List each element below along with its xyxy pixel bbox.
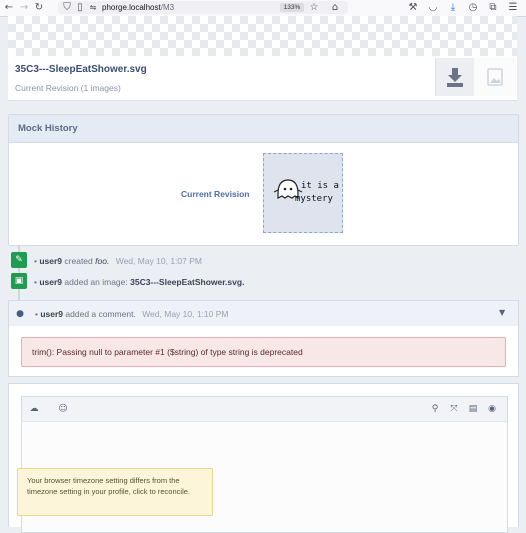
pencil-icon: ✎ <box>11 252 27 268</box>
ghost-icon <box>273 179 303 200</box>
pin-icon[interactable]: ⚲ <box>429 403 441 415</box>
download-button[interactable] <box>435 58 474 96</box>
thumb-text-line2: mystery <box>295 194 333 204</box>
home-icon[interactable]: ⌂ <box>328 1 342 15</box>
forward-icon[interactable]: → <box>17 1 31 15</box>
url-text[interactable]: phorge.localhost/M3 <box>102 1 174 14</box>
comment-menu-chevron-icon[interactable]: ▼ <box>499 308 505 317</box>
comment-meta: • user9 added a comment. Wed, May 10, 1:… <box>35 309 229 319</box>
permissions-icon[interactable]: ⇋ <box>86 1 100 15</box>
image-canvas <box>8 16 517 56</box>
book-icon[interactable]: ▤ <box>467 403 479 415</box>
url-bar[interactable]: ⛉ ▯ ⇋ phorge.localhost/M3 133% ☆ ⌂ <box>58 1 348 14</box>
tools-icon[interactable]: ⚒ <box>406 1 420 15</box>
downloads-icon[interactable]: ⤓ <box>446 1 460 15</box>
panel-title: Mock History <box>18 123 78 134</box>
timeline-user[interactable]: user9 <box>40 309 63 319</box>
back-icon[interactable]: ← <box>2 1 16 15</box>
preview-eye-icon[interactable]: ◉ <box>486 403 498 415</box>
zoom-level[interactable]: 133% <box>280 3 304 12</box>
panel-header: Mock History <box>9 115 518 143</box>
revision-thumbnail[interactable]: it is a mystery <box>263 153 343 233</box>
reload-icon[interactable]: ↻ <box>32 1 46 15</box>
file-subtitle: Current Revision (1 images) <box>15 83 121 93</box>
timeline-user[interactable]: user9 <box>39 256 62 266</box>
comment-header: ● • user9 added a comment. Wed, May 10, … <box>8 300 519 327</box>
timeline-item: • user9 created foo. Wed, May 10, 1:07 P… <box>34 256 203 266</box>
thumb-text-line1: it is a <box>301 181 339 191</box>
menu-icon[interactable]: ☰ <box>506 1 520 15</box>
history-icon[interactable]: ◷ <box>466 1 480 15</box>
error-text: trim(): Passing null to parameter #1 ($s… <box>32 347 303 357</box>
editor-toolbar: ☁ ☺ ⚲ ⤧ ▤ ◉ <box>22 397 507 422</box>
bookmark-star-icon[interactable]: ☆ <box>307 1 321 15</box>
mock-history-panel: Mock History Current Revision it is a my… <box>8 114 519 246</box>
fullscreen-icon[interactable]: ⤧ <box>448 403 460 415</box>
image-icon <box>487 68 503 86</box>
timeline-item: • user9 added an image: 35C3---SleepEatS… <box>34 277 245 287</box>
download-icon <box>447 68 463 87</box>
browser-toolbar: ← → ↻ ⛉ ▯ ⇋ phorge.localhost/M3 133% ☆ ⌂… <box>0 0 526 17</box>
emoji-icon[interactable]: ☺ <box>57 403 69 415</box>
timezone-notice-text[interactable]: Your browser timezone setting differs fr… <box>27 476 205 497</box>
shield-icon[interactable]: ⛉ <box>60 1 74 15</box>
page-info-icon[interactable]: ▯ <box>73 1 87 15</box>
error-message: trim(): Passing null to parameter #1 ($s… <box>21 337 506 367</box>
timeline-user[interactable]: user9 <box>39 277 62 287</box>
file-info-bar: 35C3---SleepEatShower.svg Current Revisi… <box>8 56 517 101</box>
comment-icon: ● <box>16 309 24 319</box>
timezone-notice[interactable]: Your browser timezone setting differs fr… <box>17 468 213 516</box>
view-image-button[interactable] <box>474 58 516 96</box>
current-revision-link[interactable]: Current Revision <box>181 189 250 199</box>
extensions-icon[interactable]: ⧉ <box>486 1 500 15</box>
upload-cloud-icon[interactable]: ☁ <box>28 403 40 415</box>
comment-body: trim(): Passing null to parameter #1 ($s… <box>8 326 519 377</box>
file-name: 35C3---SleepEatShower.svg <box>15 64 147 75</box>
pocket-icon[interactable]: ◡ <box>426 1 440 15</box>
image-add-icon: ▣ <box>11 273 27 289</box>
